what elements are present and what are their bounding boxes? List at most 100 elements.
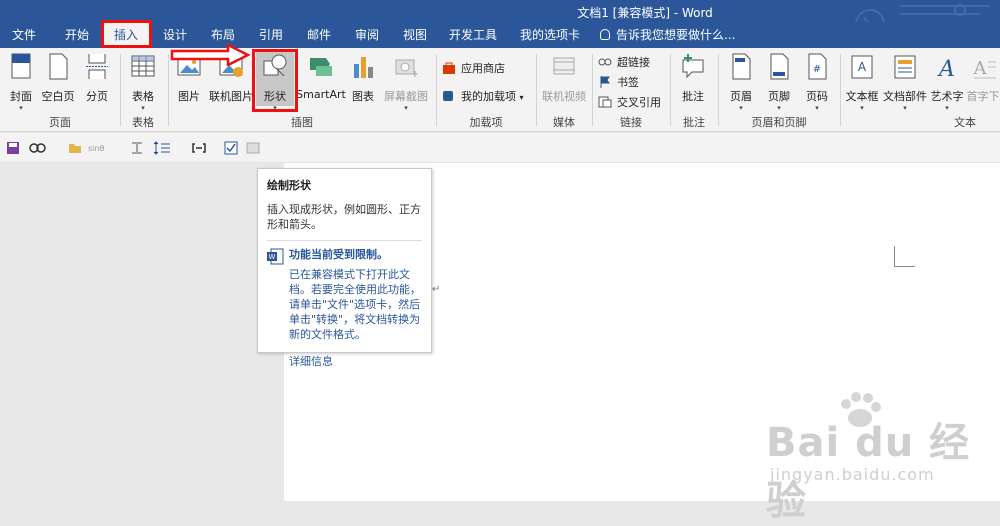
- comment-icon: [682, 54, 704, 79]
- quick-parts-label: 文档部件: [883, 90, 927, 103]
- store-icon: [443, 62, 455, 74]
- group-label-tables: 表格: [132, 116, 154, 129]
- footer-button[interactable]: 页脚 ▾: [762, 52, 796, 112]
- tell-me-box[interactable]: 告诉我您想要做什么...: [600, 22, 735, 48]
- online-video-label: 联机视频: [542, 90, 586, 103]
- chart-button[interactable]: 图表: [348, 52, 378, 104]
- tab-file[interactable]: 文件: [4, 22, 44, 48]
- separator: [536, 54, 537, 126]
- svg-text:#: #: [813, 64, 821, 75]
- smartart-icon: [310, 58, 332, 76]
- tab-insert[interactable]: 插入: [102, 22, 150, 48]
- svg-text:A: A: [973, 58, 988, 79]
- group-label-pages: 页面: [49, 116, 71, 129]
- store-button[interactable]: 应用商店: [442, 60, 505, 76]
- page-number-icon: #: [808, 53, 827, 80]
- header-label: 页眉: [730, 90, 752, 103]
- hyperlink-button[interactable]: 超链接: [598, 54, 650, 70]
- bracket-icon[interactable]: [192, 141, 206, 155]
- online-picture-label: 联机图片: [209, 90, 253, 103]
- my-addins-label: 我的加载项: [461, 90, 516, 103]
- blank-page-label: 空白页: [41, 90, 75, 103]
- group-label-media: 媒体: [553, 116, 575, 129]
- separator: [436, 54, 437, 126]
- blank-page-button[interactable]: 空白页: [38, 52, 78, 104]
- more-info-link[interactable]: 详细信息: [267, 353, 422, 369]
- separator: [718, 54, 719, 126]
- wordart-button[interactable]: A 艺术字 ▾: [930, 52, 964, 112]
- line-spacing-icon[interactable]: [130, 141, 144, 155]
- cross-reference-button[interactable]: 交叉引用: [598, 94, 661, 110]
- word-doc-icon: W: [267, 248, 284, 265]
- store-label: 应用商店: [461, 62, 505, 75]
- online-video-icon: [553, 57, 575, 75]
- table-button[interactable]: 表格 ▾: [126, 52, 160, 112]
- cover-page-button[interactable]: 封面 ▾: [6, 52, 36, 112]
- tab-view[interactable]: 视图: [392, 22, 438, 48]
- shapes-tooltip: 绘制形状 插入现成形状，例如圆形、正方形和箭头。 W 功能当前受到限制。 已在兼…: [257, 168, 432, 368]
- screenshot-button[interactable]: 屏幕截图 ▾: [380, 52, 432, 112]
- tab-review[interactable]: 审阅: [344, 22, 390, 48]
- my-addins-button[interactable]: 我的加载项 ▾: [442, 88, 524, 104]
- quick-parts-icon: [894, 55, 916, 79]
- page-break-icon: [86, 54, 108, 79]
- drop-cap-button[interactable]: A 首字下: [966, 52, 1000, 104]
- header-button[interactable]: 页眉 ▾: [724, 52, 758, 112]
- table-icon: [131, 55, 155, 77]
- separator: [840, 54, 841, 126]
- separator: [670, 54, 671, 126]
- link-chain-icon[interactable]: [28, 141, 48, 155]
- ribbon-tab-row: 文件 开始 插入 设计 布局 引用 邮件 审阅 视图 开发工具 我的选项卡 告诉…: [0, 22, 1000, 48]
- bookmark-label: 书签: [617, 76, 639, 89]
- save-icon[interactable]: [6, 141, 20, 155]
- tab-my-tab[interactable]: 我的选项卡: [512, 22, 588, 48]
- tab-home[interactable]: 开始: [54, 22, 100, 48]
- online-video-button[interactable]: 联机视频: [540, 52, 588, 104]
- folder-icon[interactable]: [68, 141, 82, 155]
- hyperlink-label: 超链接: [617, 56, 650, 69]
- image-placeholder-icon[interactable]: [246, 141, 270, 155]
- cover-page-label: 封面: [10, 90, 32, 103]
- tooltip-description: 插入现成形状，例如圆形、正方形和箭头。: [267, 202, 422, 241]
- comment-label: 批注: [682, 90, 704, 103]
- chart-label: 图表: [352, 90, 374, 103]
- bookmark-icon: [600, 76, 610, 88]
- tab-mailings[interactable]: 邮件: [296, 22, 342, 48]
- textbox-icon: A: [851, 55, 873, 79]
- title-bar: 文档1 [兼容模式] - Word: [0, 0, 1000, 39]
- shapes-button[interactable]: 形状 ▾: [256, 52, 294, 112]
- group-label-addins: 加载项: [469, 116, 503, 129]
- separator: [592, 54, 593, 126]
- tab-references[interactable]: 引用: [248, 22, 294, 48]
- smartart-label: SmartArt: [296, 88, 346, 101]
- footer-icon: [770, 53, 789, 80]
- group-label-links: 链接: [620, 116, 642, 129]
- page-number-button[interactable]: # 页码 ▾: [800, 52, 834, 112]
- comment-button[interactable]: 批注: [676, 52, 710, 104]
- header-icon: [732, 53, 751, 80]
- addins-icon: [443, 91, 453, 101]
- baidu-watermark: Bai du 经验 jingyan.baidu.com: [760, 390, 1000, 524]
- separator: [168, 54, 169, 126]
- shapes-label: 形状: [264, 90, 286, 103]
- equation-icon[interactable]: sinθ: [88, 141, 114, 155]
- svg-text:W: W: [269, 253, 276, 261]
- quick-parts-button[interactable]: 文档部件 ▾: [882, 52, 928, 112]
- textbox-button[interactable]: A 文本框 ▾: [844, 52, 880, 112]
- checkbox-icon[interactable]: [224, 141, 238, 155]
- group-label-header-footer: 页眉和页脚: [751, 116, 807, 129]
- cover-page-icon: [11, 53, 31, 79]
- screenshot-icon: [395, 59, 418, 77]
- smartart-button[interactable]: SmartArt: [296, 52, 346, 101]
- page-break-button[interactable]: 分页: [80, 52, 114, 104]
- paragraph-spacing-icon[interactable]: [154, 141, 174, 155]
- margin-corner-mark: [894, 246, 915, 267]
- svg-text:A: A: [858, 60, 867, 74]
- bookmark-button[interactable]: 书签: [598, 74, 639, 90]
- shapes-icon: [263, 54, 287, 77]
- tab-developer[interactable]: 开发工具: [440, 22, 506, 48]
- red-arrow-icon: [170, 44, 250, 66]
- quick-access-toolbar: sinθ: [0, 133, 1000, 163]
- page-number-label: 页码: [806, 90, 828, 103]
- screenshot-label: 屏幕截图: [384, 90, 428, 103]
